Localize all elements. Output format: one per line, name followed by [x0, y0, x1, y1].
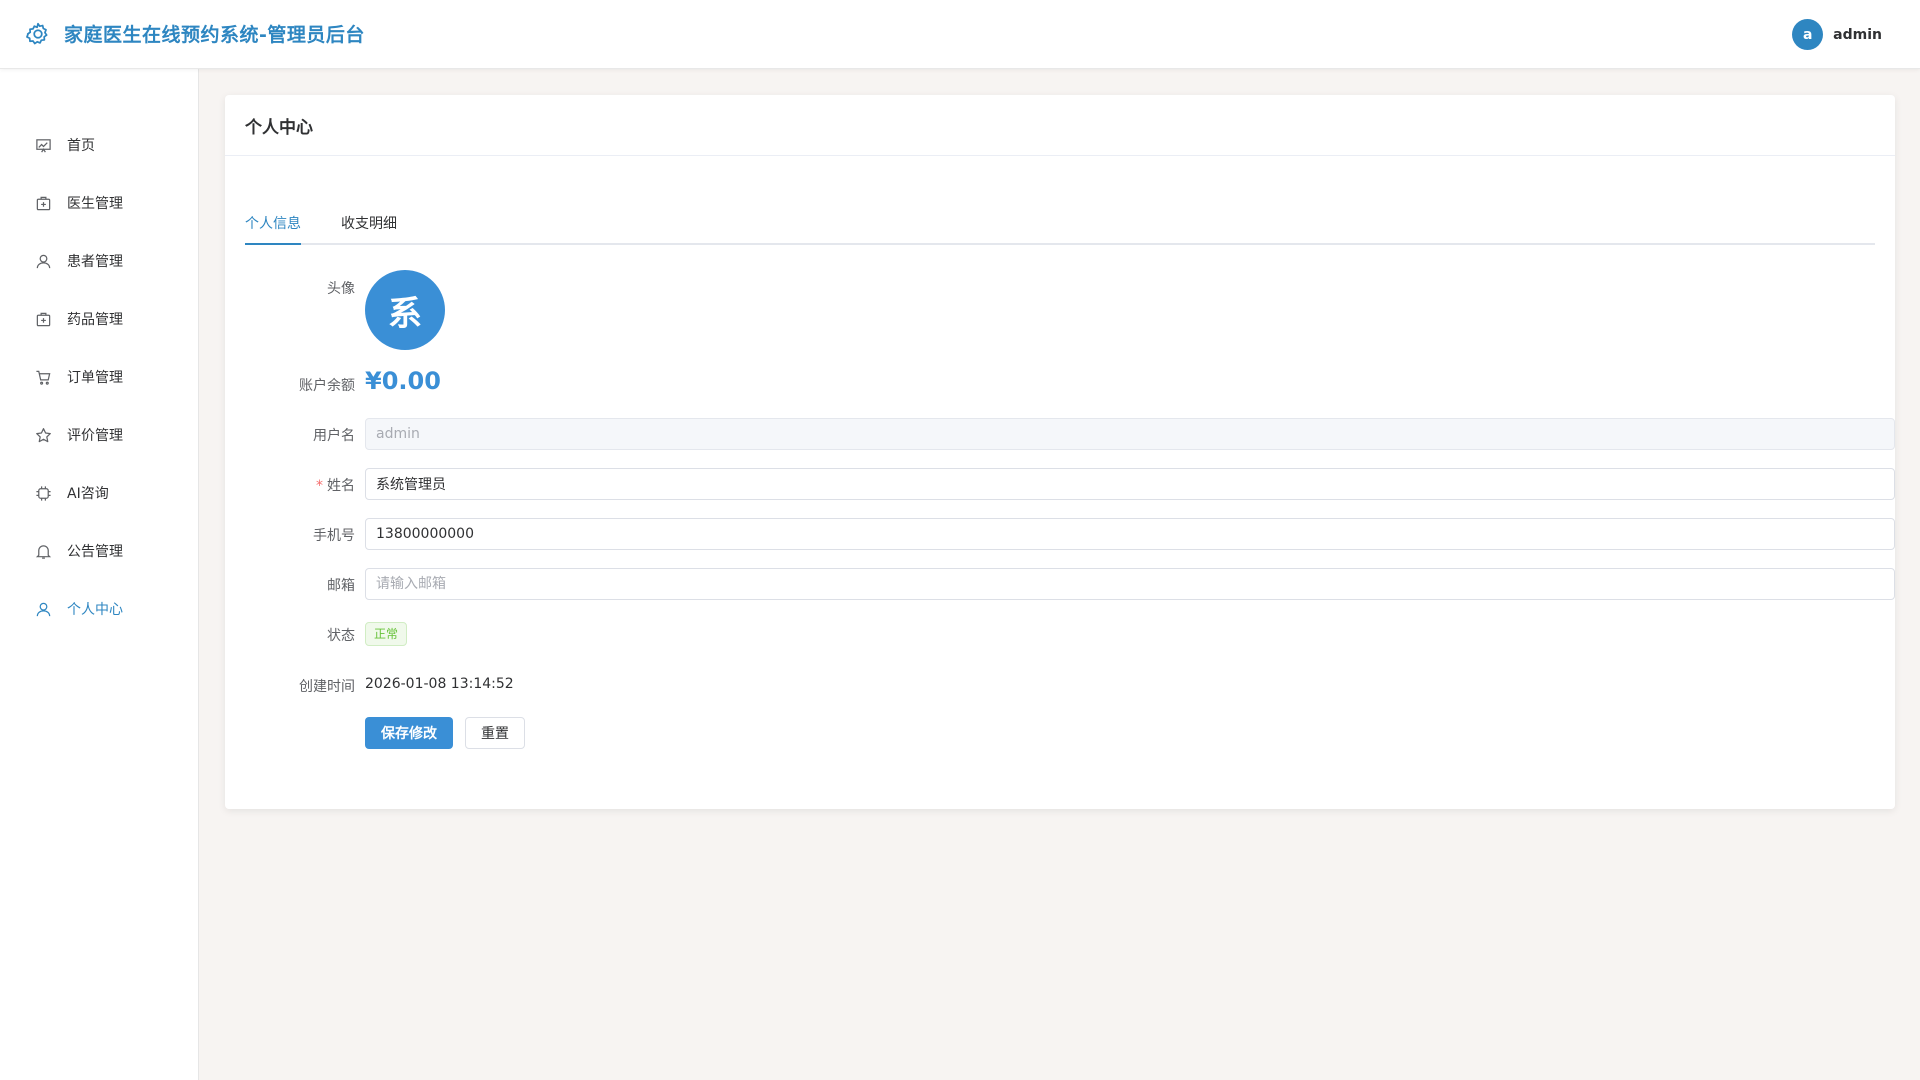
email-field[interactable]	[365, 568, 1895, 600]
sidebar-item-label: 药品管理	[67, 312, 123, 328]
username-label: admin	[1833, 26, 1882, 43]
sidebar-item-label: 订单管理	[67, 370, 123, 386]
balance-value: ¥0.00	[365, 367, 441, 395]
sidebar-item-label: 评价管理	[67, 428, 123, 444]
name-field-label: * 姓名	[316, 478, 355, 494]
phone-field-label: 手机号	[313, 528, 355, 544]
username-field-label: 用户名	[313, 428, 355, 444]
sidebar-item-label: 公告管理	[67, 544, 123, 560]
top-header: 家庭医生在线预约系统-管理员后台 a admin	[0, 0, 1920, 69]
profile-card: 个人中心 个人信息 收支明细 头像 系 账户余额 ¥0.00 用户名 *姓名 手…	[225, 95, 1895, 809]
username-field[interactable]	[365, 418, 1895, 450]
profile-avatar[interactable]: 系	[365, 270, 445, 350]
sidebar-item-label: AI咨询	[67, 486, 109, 502]
bell-icon	[34, 542, 52, 560]
status-label: 状态	[327, 628, 355, 644]
app-title: 家庭医生在线预约系统-管理员后台	[64, 24, 365, 46]
sidebar-item-medicines[interactable]: 药品管理	[0, 290, 199, 348]
gear-icon	[25, 21, 51, 47]
cpu-icon	[34, 484, 52, 502]
avatar-label: 头像	[327, 281, 355, 297]
profile-form: 头像 系 账户余额 ¥0.00 用户名 *姓名 手机号 邮箱 状态 正常 创建时…	[245, 95, 1895, 809]
sidebar-item-orders[interactable]: 订单管理	[0, 348, 199, 406]
star-icon	[34, 426, 52, 444]
user-icon	[34, 600, 52, 618]
medical-box-icon	[34, 194, 52, 212]
medicine-box-icon	[34, 310, 52, 328]
created-time: 2026-01-08 13:14:52	[365, 676, 514, 692]
save-button[interactable]: 保存修改	[365, 717, 453, 749]
balance-label: 账户余额	[299, 378, 355, 394]
created-label: 创建时间	[299, 679, 355, 695]
cart-icon	[34, 368, 52, 386]
sidebar-item-label: 医生管理	[67, 196, 123, 212]
sidebar-item-home[interactable]: 首页	[0, 116, 199, 174]
status-badge: 正常	[365, 622, 408, 646]
sidebar-item-doctors[interactable]: 医生管理	[0, 174, 199, 232]
chart-icon	[34, 136, 52, 154]
phone-field[interactable]	[365, 518, 1895, 550]
sidebar-item-patients[interactable]: 患者管理	[0, 232, 199, 290]
user-menu[interactable]: a admin	[1792, 19, 1882, 50]
name-field[interactable]	[365, 468, 1895, 500]
sidebar-item-label: 首页	[67, 138, 95, 154]
sidebar: 首页 医生管理 患者管理 药品管理 订单管理 评价管理 AI咨询 公告管理 个人…	[0, 69, 199, 1080]
avatar: a	[1792, 19, 1824, 50]
sidebar-item-profile[interactable]: 个人中心	[0, 580, 199, 638]
sidebar-item-notices[interactable]: 公告管理	[0, 522, 199, 580]
email-field-label: 邮箱	[327, 578, 355, 594]
reset-button[interactable]: 重置	[465, 717, 525, 749]
sidebar-item-label: 个人中心	[67, 602, 123, 618]
sidebar-item-ai-consult[interactable]: AI咨询	[0, 464, 199, 522]
sidebar-item-reviews[interactable]: 评价管理	[0, 406, 199, 464]
user-icon	[34, 252, 52, 270]
sidebar-item-label: 患者管理	[67, 254, 123, 270]
